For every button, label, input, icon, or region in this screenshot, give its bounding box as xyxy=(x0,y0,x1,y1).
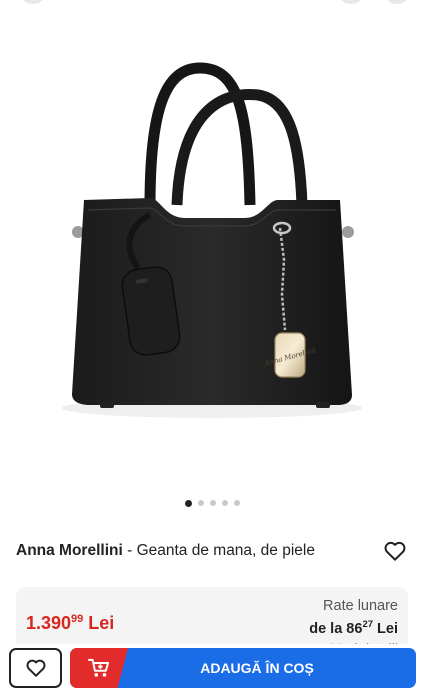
product-title-row: Anna Morellini - Geanta de mana, de piel… xyxy=(16,538,408,564)
product-image[interactable]: Anna Morellini xyxy=(0,0,424,485)
heart-icon xyxy=(384,541,406,561)
heart-icon xyxy=(26,659,45,677)
installments-prefix: de la 86 xyxy=(309,621,363,637)
favorite-toggle[interactable] xyxy=(382,538,408,564)
pager-dot[interactable] xyxy=(197,500,204,506)
cart-icon-area xyxy=(70,648,128,688)
price-currency: Lei xyxy=(83,613,115,633)
brand-name[interactable]: Anna Morellini xyxy=(16,542,123,559)
installments-label: Rate lunare xyxy=(323,598,398,614)
pager-dot[interactable] xyxy=(209,500,216,506)
add-to-cart-button[interactable]: ADAUGĂ ÎN COȘ xyxy=(70,648,416,688)
add-to-cart-label: ADAUGĂ ÎN COȘ xyxy=(200,660,314,676)
product-title: Anna Morellini - Geanta de mana, de piel… xyxy=(16,541,382,561)
installments-value: de la 8627 Lei xyxy=(309,615,398,639)
image-pager[interactable] xyxy=(0,499,424,507)
pager-dot[interactable] xyxy=(221,500,228,506)
pager-dot[interactable] xyxy=(233,500,240,506)
price: 1.39099 Lei xyxy=(26,613,114,634)
product-name: Geanta de mana, de piele xyxy=(136,542,315,559)
add-to-favorites-button[interactable] xyxy=(9,648,62,688)
cart-icon xyxy=(88,658,110,677)
installments-decimals: 27 xyxy=(362,619,374,630)
pager-dot-active[interactable] xyxy=(184,499,192,507)
price-decimals: 99 xyxy=(71,613,84,625)
installments-currency: Lei xyxy=(373,621,398,637)
price-main: 1.390 xyxy=(26,613,72,633)
bottom-action-bar: ADAUGĂ ÎN COȘ xyxy=(0,644,424,699)
title-separator: - xyxy=(122,542,137,559)
